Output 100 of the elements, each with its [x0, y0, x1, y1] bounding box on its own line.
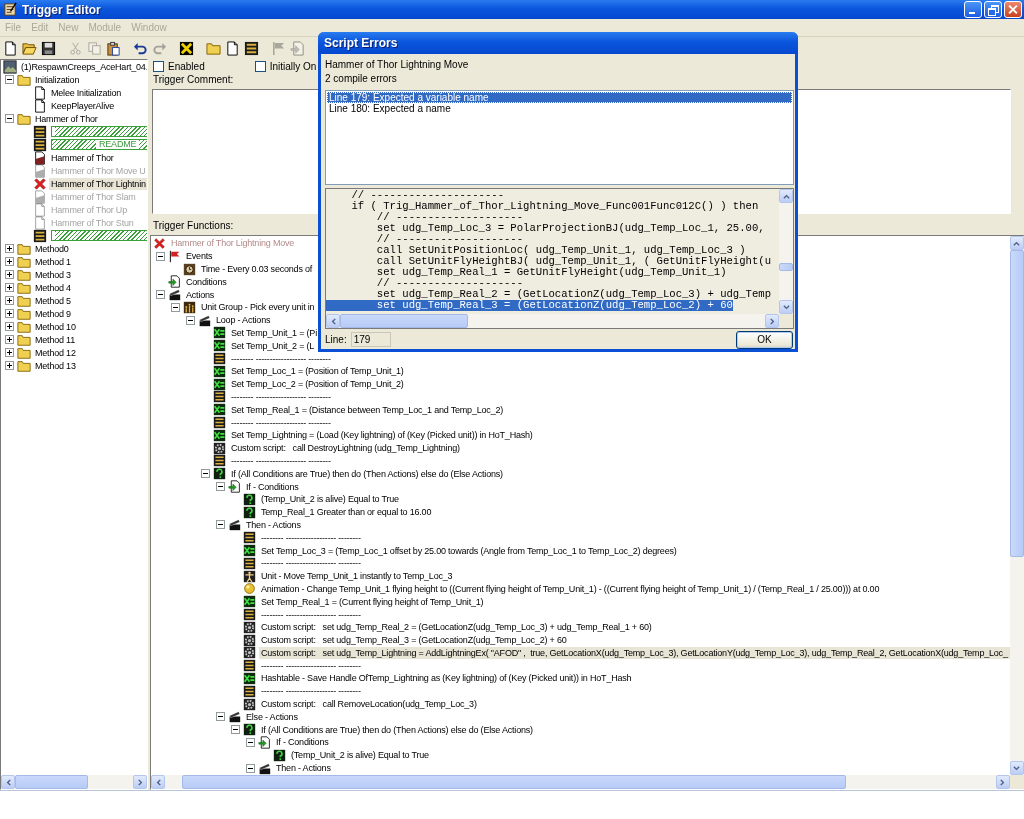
tree-item[interactable]: Set Temp_Real_1 = (Distance between Temp_Loc_1 and Temp_Loc_2) — [229, 403, 506, 416]
tree-item[interactable]: (Temp_Unit_2 is alive) Equal to True — [289, 749, 431, 762]
tree-item[interactable]: Custom script: set udg_Temp_Real_2 = (GetLocationZ(udg_Temp_Loc_3) + udg_Temp_Real_1 + 60) — [259, 621, 654, 634]
horizontal-scrollbar[interactable] — [151, 775, 1010, 789]
new-comment-button[interactable] — [242, 39, 260, 57]
tree-item[interactable]: -------- ------------------ -------- — [259, 659, 363, 672]
checkbox[interactable] — [254, 60, 266, 72]
tree-item[interactable]: Set Temp_Unit_2 = (L — [229, 339, 317, 352]
tree-item[interactable]: Method 5 — [33, 294, 73, 307]
tree-item[interactable]: (Temp_Unit_2 is alive) Equal to True — [259, 493, 401, 506]
tree-item[interactable]: Set Temp_Lightning = (Load (Key lightning) of (Key (Picked unit)) in HoT_Hash) — [229, 429, 535, 442]
scrollbar-thumb[interactable] — [779, 263, 793, 271]
tree-item[interactable]: -------- ------------------ -------- — [259, 608, 363, 621]
horizontal-scrollbar[interactable] — [326, 314, 779, 328]
tree-item[interactable]: Set Temp_Real_1 = (Current flying height of Temp_Unit_1) — [259, 595, 486, 608]
tree-item[interactable]: Custom script: set udg_Temp_Lightning = AddLightningEx( "AFOD" , true, GetLocationX(udg_Temp_Loc_3), GetLocationY(udg_Temp_Loc_3), udg_Temp_Real_2, GetLocationX(udg_Temp_Loc_ — [259, 646, 1010, 659]
tree-item[interactable]: -------- ------------------ -------- — [229, 416, 333, 429]
tree-item[interactable]: If (All Conditions are True) then do (Then Actions) else do (Else Actions) — [259, 723, 535, 736]
tree-toggle[interactable] — [216, 712, 225, 722]
tree-toggle[interactable] — [5, 270, 14, 279]
tree-item[interactable]: Method 3 — [33, 268, 73, 281]
tree-item[interactable]: Set Temp_Loc_1 = (Position of Temp_Unit_1) — [229, 365, 406, 378]
tree-toggle[interactable] — [216, 520, 225, 530]
tree-item[interactable]: Hammer of Thor Lightnin — [49, 177, 147, 190]
tree-toggle[interactable] — [5, 361, 14, 370]
line-field[interactable]: 179 — [350, 332, 391, 347]
tree-toggle[interactable] — [231, 725, 240, 735]
scrollbar-thumb[interactable] — [340, 314, 468, 328]
tree-toggle[interactable] — [5, 348, 14, 357]
tree-item[interactable]: Initialization — [33, 73, 82, 86]
tree-item[interactable]: Then - Actions — [244, 518, 303, 531]
tree-item[interactable]: Unit - Move Temp_Unit_1 instantly to Temp_Loc_3 — [259, 570, 455, 583]
tree-toggle[interactable] — [5, 309, 14, 318]
restore-button[interactable] — [984, 1, 1002, 18]
scrollbar-thumb[interactable] — [15, 775, 89, 789]
tree-item[interactable]: (1)RespawnCreeps_AceHart_04. — [19, 60, 147, 73]
tree-toggle[interactable] — [246, 737, 255, 747]
tree-item[interactable]: Hammer of Thor — [49, 151, 116, 164]
comment-bar[interactable]: README — [51, 139, 147, 150]
tree-toggle[interactable] — [5, 75, 14, 84]
tree-toggle[interactable] — [186, 315, 195, 325]
tree-item[interactable]: Else - Actions — [244, 710, 300, 723]
tree-item[interactable]: If - Conditions — [274, 736, 331, 749]
tree-item[interactable]: Method 12 — [33, 346, 78, 359]
tree-item[interactable]: Custom script: set udg_Temp_Real_3 = (GetLocationZ(udg_Temp_Loc_2) + 60 — [259, 634, 569, 647]
tree-toggle[interactable] — [5, 296, 14, 305]
tree-item[interactable]: Method 4 — [33, 281, 73, 294]
tree-item[interactable]: Method 9 — [33, 307, 73, 320]
scrollbar-thumb[interactable] — [1009, 250, 1024, 557]
tree-item[interactable]: Loop - Actions — [214, 314, 273, 327]
tree-item[interactable]: Hammer of Thor — [33, 112, 100, 125]
tree-toggle[interactable] — [201, 469, 210, 479]
tree-item[interactable]: -------- ------------------ -------- — [259, 685, 363, 698]
tree-toggle[interactable] — [171, 302, 180, 312]
tree-item[interactable]: Then - Actions — [274, 762, 333, 775]
tree-item[interactable]: Hashtable - Save Handle OfTemp_Lightning as (Key lightning) of (Key (Picked unit)) in HoT_Hash — [259, 672, 634, 685]
tree-toggle[interactable] — [216, 482, 225, 492]
tree-item[interactable]: Custom script: call RemoveLocation(udg_Temp_Loc_3) — [259, 698, 479, 711]
tree-item[interactable]: Set Temp_Unit_1 = (Pi — [229, 326, 319, 339]
tree-toggle[interactable] — [5, 335, 14, 344]
tree-item[interactable]: Set Temp_Loc_2 = (Position of Temp_Unit_2) — [229, 378, 406, 391]
tree-toggle[interactable] — [5, 283, 14, 292]
tree-toggle[interactable] — [5, 322, 14, 331]
tree-item[interactable]: Set Temp_Loc_3 = (Temp_Loc_1 offset by 25.00 towards (Angle from Temp_Loc_1 to Temp_Loc_2) degrees) — [259, 544, 679, 557]
scrollbar-thumb[interactable] — [181, 775, 847, 789]
tree-item[interactable]: -------- ------------------ -------- — [259, 557, 363, 570]
checkbox[interactable] — [153, 60, 164, 72]
tree-item[interactable]: Unit Group - Pick every unit in — [199, 301, 317, 314]
tree-item[interactable]: Actions — [184, 288, 217, 301]
tree-item[interactable]: Method 10 — [33, 320, 78, 333]
comment-bar[interactable] — [51, 230, 147, 241]
tree-toggle[interactable] — [5, 114, 14, 123]
tree-item[interactable]: KeepPlayerAlive — [49, 99, 117, 112]
ok-button[interactable]: OK — [736, 330, 793, 349]
tree-item[interactable]: Conditions — [184, 275, 229, 288]
vertical-scrollbar[interactable] — [779, 189, 793, 314]
tree-item[interactable]: Time - Every 0.03 seconds of — [199, 263, 315, 275]
tree-toggle[interactable] — [5, 257, 14, 266]
tree-item[interactable]: Method 1 — [33, 255, 73, 268]
vertical-scrollbar[interactable] — [1009, 236, 1024, 775]
close-button[interactable] — [1004, 1, 1022, 18]
tree-item[interactable]: Temp_Real_1 Greater than or equal to 16.00 — [259, 506, 434, 519]
tree-item[interactable]: -------- ------------------ -------- — [229, 352, 333, 365]
tree-item[interactable]: -------- ------------------ -------- — [229, 390, 333, 403]
tree-item[interactable]: -------- ------------------ -------- — [229, 454, 333, 467]
tree-item[interactable]: Method0 — [33, 242, 71, 255]
paste-button[interactable] — [104, 39, 122, 57]
tree-item[interactable]: Method 13 — [33, 359, 78, 372]
tree-item[interactable]: Custom script: call DestroyLightning (udg_Temp_Lightning) — [229, 442, 462, 455]
tree-item[interactable]: Method 11 — [33, 333, 78, 346]
tree-item[interactable]: Animation - Change Temp_Unit_1 flying height to ((Current flying height of Temp_Unit_1) - ((Current flying height of Temp_Unit_1) / (Temp_Real_1 / 25.00))) at 0.00 — [259, 582, 882, 595]
tree-toggle[interactable] — [5, 244, 14, 253]
tree-item[interactable]: -------- ------------------ -------- — [259, 531, 363, 544]
tree-item[interactable]: If (All Conditions are True) then do (Then Actions) else do (Else Actions) — [229, 467, 505, 480]
tree-toggle[interactable] — [246, 763, 255, 773]
error-item[interactable]: Line 180: Expected a name — [327, 103, 792, 114]
minimize-button[interactable] — [964, 1, 982, 18]
tree-item[interactable]: If - Conditions — [244, 480, 301, 493]
horizontal-scrollbar[interactable] — [1, 775, 147, 789]
tree-item[interactable]: Events — [184, 250, 215, 263]
